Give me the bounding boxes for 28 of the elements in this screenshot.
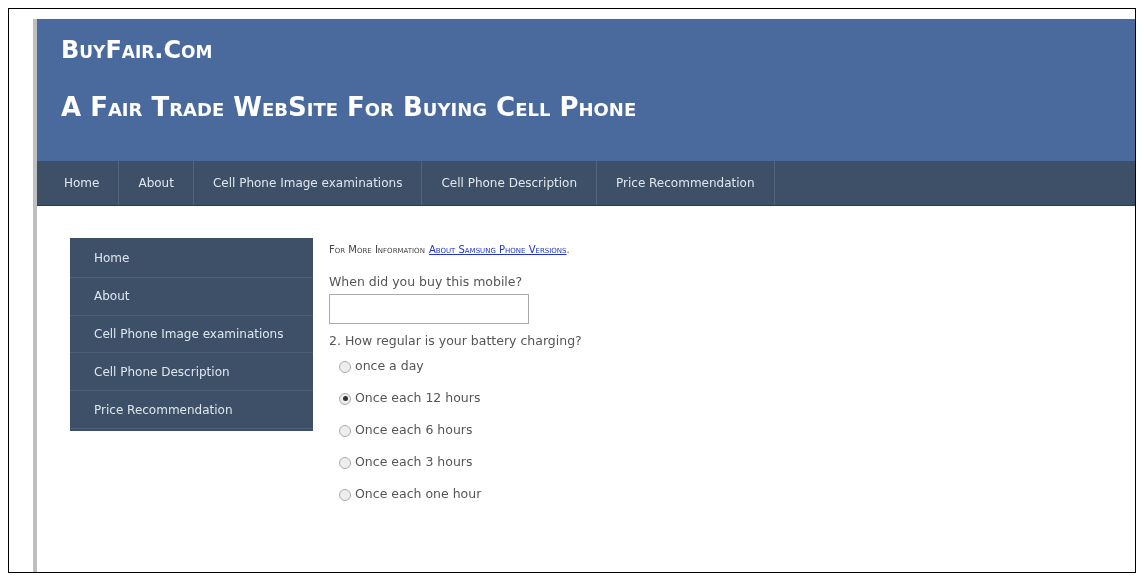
sidebar-link[interactable]: Cell Phone Description <box>70 353 313 392</box>
radio-button[interactable] <box>339 456 351 469</box>
option-label: Once each 6 hours <box>355 421 473 440</box>
info-suffix: . <box>566 243 570 257</box>
option-label: Once each 3 hours <box>355 453 473 472</box>
nav-link[interactable]: About <box>119 161 194 205</box>
sidebar-link[interactable]: Cell Phone Image examinations <box>70 315 313 354</box>
sidebar-link[interactable]: About <box>70 277 313 316</box>
radio-button[interactable] <box>339 392 351 405</box>
info-text: For More Information <box>329 243 425 257</box>
question-label: When did you buy this mobile? <box>329 273 524 291</box>
nav-link[interactable]: Price Recommendation <box>597 161 775 205</box>
radio-button[interactable] <box>339 424 351 437</box>
option-label: Once each 12 hours <box>355 389 481 408</box>
nav-link[interactable]: Cell Phone Description <box>422 161 597 205</box>
site-name: BuyFair.Com <box>61 35 214 65</box>
option-label: Once each one hour <box>355 485 482 504</box>
sidebar-link[interactable]: Price Recommendation <box>70 391 313 429</box>
nav-link[interactable]: Cell Phone Image examinations <box>193 161 423 205</box>
question-label: 2. How regular is your battery charging? <box>329 331 582 350</box>
radio-button[interactable] <box>339 488 351 501</box>
input-field[interactable] <box>329 293 529 324</box>
nav-link[interactable]: Home <box>45 161 120 205</box>
sidebar-link[interactable]: Home <box>70 240 313 278</box>
radio-button[interactable] <box>339 360 351 373</box>
option-label: once a day <box>355 357 424 376</box>
site-tagline: A Fair Trade WebSite For Buying Cell Phone <box>61 91 638 124</box>
samsung-versions-link[interactable]: About Samsung Phone Versions <box>428 242 567 257</box>
